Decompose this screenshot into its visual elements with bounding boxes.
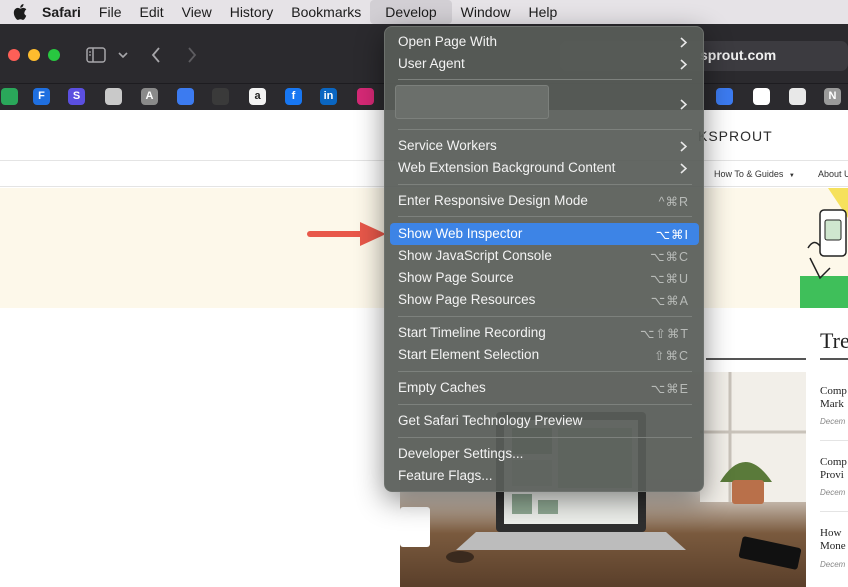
- menu-bookmarks[interactable]: Bookmarks: [282, 0, 370, 24]
- plus-square-icon[interactable]: [1, 88, 18, 105]
- menu-develop[interactable]: Develop: [370, 0, 452, 24]
- sidebar-post-title[interactable]: Comp Mark: [820, 385, 847, 411]
- owl-icon[interactable]: [789, 88, 806, 105]
- n-letter-icon[interactable]: N: [824, 88, 841, 105]
- forward-chevron-icon[interactable]: [187, 47, 197, 63]
- menu-item-empty-caches[interactable]: Empty Caches: [398, 380, 486, 395]
- sidebar-divider: [820, 511, 848, 512]
- shortcut-label: ⌥⌘A: [650, 294, 689, 308]
- menu-file[interactable]: File: [90, 0, 131, 24]
- instagram-icon[interactable]: [357, 88, 374, 105]
- menu-item-get-safari-technology-preview[interactable]: Get Safari Technology Preview: [398, 413, 582, 428]
- sidebar-post-date: Decem: [820, 560, 846, 569]
- menu-item-web-extension-background-content[interactable]: Web Extension Background Content: [398, 160, 615, 175]
- banner-illustration-icon: [800, 188, 848, 308]
- submenu-chevron-icon: [680, 59, 687, 70]
- submenu-chevron-icon: [680, 99, 687, 110]
- menu-item-label: Show Web Inspector: [398, 226, 523, 241]
- a-letter-icon[interactable]: A: [141, 88, 158, 105]
- menu-item-user-agent[interactable]: User Agent: [398, 56, 465, 71]
- menu-item-open-page-with[interactable]: Open Page With: [398, 34, 497, 49]
- menu-window[interactable]: Window: [452, 0, 520, 24]
- apple-menu[interactable]: [0, 4, 40, 20]
- shortcut-label: ⌥⌘E: [650, 382, 689, 396]
- section-divider: [706, 358, 806, 360]
- sidebar-toggle-icon[interactable]: [86, 47, 106, 63]
- menu-item-start-element-selection[interactable]: Start Element Selection: [398, 347, 539, 362]
- menu-history[interactable]: History: [221, 0, 283, 24]
- monday-icon[interactable]: [753, 88, 770, 105]
- menu-item-device[interactable]: [395, 85, 549, 119]
- menu-separator: [398, 129, 692, 130]
- doc-icon[interactable]: [716, 88, 733, 105]
- linkedin-icon[interactable]: in: [320, 88, 337, 105]
- menu-safari[interactable]: Safari: [40, 0, 90, 24]
- tab-group-chevron-down-icon[interactable]: [118, 51, 128, 59]
- back-chevron-icon[interactable]: [151, 47, 161, 63]
- menu-help[interactable]: Help: [519, 0, 566, 24]
- sidebar-title-underline: [820, 358, 848, 360]
- site-logo[interactable]: KSPROUT: [698, 128, 773, 144]
- f-brand-icon[interactable]: F: [33, 88, 50, 105]
- menu-separator: [398, 184, 692, 185]
- submenu-chevron-icon: [680, 37, 687, 48]
- menu-view[interactable]: View: [173, 0, 221, 24]
- shortcut-label: ⌥⌘I: [655, 228, 689, 242]
- menu-separator: [398, 79, 692, 80]
- screen: Safari File Edit View History Bookmarks …: [0, 0, 848, 587]
- sidebar-post-title[interactable]: How Mone: [820, 527, 846, 553]
- apple-icon: [13, 4, 27, 20]
- nav-label: How To & Guides: [714, 169, 784, 179]
- sidebar-post-title[interactable]: Comp Provi: [820, 456, 847, 482]
- menu-separator: [398, 437, 692, 438]
- shortcut-label: ^⌘R: [658, 195, 689, 209]
- submenu-chevron-icon: [680, 141, 687, 152]
- sidebar-title: Tre: [820, 328, 848, 353]
- doc-icon[interactable]: [177, 88, 194, 105]
- menu-item-show-page-resources[interactable]: Show Page Resources: [398, 292, 535, 307]
- stack-icon[interactable]: [105, 88, 122, 105]
- shortcut-label: ⇧⌘C: [653, 349, 689, 363]
- facebook-icon[interactable]: f: [285, 88, 302, 105]
- menu-item-start-timeline-recording[interactable]: Start Timeline Recording: [398, 325, 546, 340]
- shortcut-label: ⌥⌘C: [650, 250, 689, 264]
- sidebar-post-date: Decem: [820, 417, 846, 426]
- develop-menu: Open Page With User Agent Service Worker…: [384, 26, 704, 492]
- sidebar-post-date: Decem: [820, 488, 846, 497]
- shortcut-label: ⌥⇧⌘T: [639, 327, 689, 341]
- close-window-button[interactable]: [8, 49, 20, 61]
- submenu-chevron-icon: [680, 163, 687, 174]
- zoom-window-button[interactable]: [48, 49, 60, 61]
- menu-item-show-page-source[interactable]: Show Page Source: [398, 270, 514, 285]
- menu-item-service-workers[interactable]: Service Workers: [398, 138, 497, 153]
- menu-separator: [398, 316, 692, 317]
- annotation-arrow-icon: [307, 222, 386, 246]
- menu-edit[interactable]: Edit: [130, 0, 172, 24]
- s-brand-icon[interactable]: S: [68, 88, 85, 105]
- amazon-icon[interactable]: a: [249, 88, 266, 105]
- menu-item-responsive-design-mode[interactable]: Enter Responsive Design Mode: [398, 193, 588, 208]
- waves-icon[interactable]: [212, 88, 229, 105]
- menu-item-show-javascript-console[interactable]: Show JavaScript Console: [398, 248, 552, 263]
- nav-about[interactable]: About U: [818, 169, 848, 179]
- minimize-window-button[interactable]: [28, 49, 40, 61]
- menu-separator: [398, 216, 692, 217]
- menu-separator: [398, 404, 692, 405]
- address-bar-url: sprout.com: [700, 47, 777, 63]
- menu-item-feature-flags[interactable]: Feature Flags...: [398, 468, 493, 483]
- sidebar-divider: [820, 440, 848, 441]
- dropdown-caret-icon: ▼: [788, 173, 795, 179]
- nav-how-to-guides[interactable]: How To & Guides ▼: [714, 169, 795, 179]
- menu-separator: [398, 371, 692, 372]
- menu-bar: Safari File Edit View History Bookmarks …: [0, 0, 848, 24]
- shortcut-label: ⌥⌘U: [650, 272, 689, 286]
- menu-item-developer-settings[interactable]: Developer Settings...: [398, 446, 523, 461]
